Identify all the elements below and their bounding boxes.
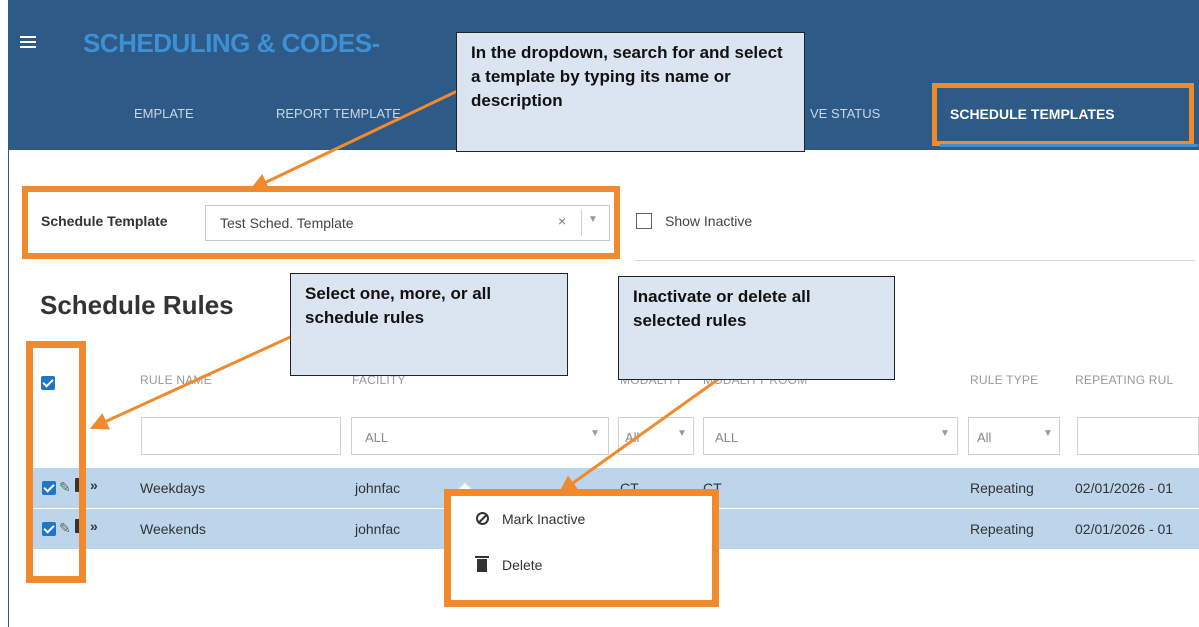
show-inactive-checkbox[interactable] bbox=[636, 213, 652, 229]
mark-inactive-menu-item[interactable]: Mark Inactive bbox=[502, 511, 585, 527]
column-header-rule-name[interactable]: RULE NAME bbox=[140, 373, 212, 387]
tab-schedule-templates[interactable]: SCHEDULE TEMPLATES bbox=[950, 106, 1115, 122]
ban-icon[interactable] bbox=[476, 512, 489, 525]
repeating-rule-filter[interactable] bbox=[1077, 417, 1199, 455]
facility-filter[interactable] bbox=[351, 417, 609, 455]
chevron-down-icon[interactable]: ▼ bbox=[590, 428, 600, 439]
double-arrow-icon[interactable]: » bbox=[90, 518, 98, 534]
column-header-rule-type[interactable]: RULE TYPE bbox=[970, 373, 1038, 387]
tab-template[interactable]: EMPLATE bbox=[134, 106, 194, 121]
schedule-template-label: Schedule Template bbox=[41, 213, 168, 229]
facility-filter-value: ALL bbox=[365, 430, 389, 445]
rule-type-cell: Repeating bbox=[970, 521, 1034, 537]
filter-bar-divider bbox=[635, 260, 1195, 261]
rule-name-filter[interactable] bbox=[141, 417, 341, 455]
facility-cell: johnfac bbox=[355, 521, 401, 537]
column-header-repeating-rule[interactable]: REPEATING RUL bbox=[1075, 373, 1173, 387]
show-inactive-label: Show Inactive bbox=[665, 213, 753, 229]
chevron-down-icon[interactable]: ▼ bbox=[588, 214, 598, 225]
rule-type-filter-value: All bbox=[977, 430, 992, 445]
tab-report-template[interactable]: REPORT TEMPLATE bbox=[276, 106, 401, 121]
page-border bbox=[8, 150, 9, 627]
tab-active-status[interactable]: VE STATUS bbox=[810, 106, 880, 121]
trash-icon[interactable] bbox=[475, 556, 489, 572]
rule-name-cell: Weekends bbox=[140, 521, 206, 537]
repeating-rule-cell: 02/01/2026 - 01 bbox=[1075, 521, 1174, 537]
checkbox-column-highlight bbox=[26, 341, 86, 583]
callout-dropdown-hint: In the dropdown, search for and select a… bbox=[456, 32, 805, 152]
double-arrow-icon[interactable]: » bbox=[90, 477, 98, 493]
dropdown-divider bbox=[581, 210, 582, 236]
modality-filter-value: All bbox=[625, 430, 640, 445]
facility-cell: johnfac bbox=[355, 480, 401, 496]
rule-name-cell: Weekdays bbox=[140, 480, 206, 496]
clear-icon[interactable]: × bbox=[558, 213, 566, 229]
app-title: SCHEDULING & CODES- bbox=[83, 28, 380, 58]
section-title: Schedule Rules bbox=[40, 290, 234, 320]
callout-action-hint: Inactivate or delete all selected rules bbox=[618, 276, 895, 380]
modality-room-filter-value: ALL bbox=[715, 430, 739, 445]
chevron-down-icon[interactable]: ▼ bbox=[677, 428, 687, 439]
schedule-template-value: Test Sched. Template bbox=[220, 215, 354, 231]
repeating-rule-cell: 02/01/2026 - 01 bbox=[1075, 480, 1174, 496]
chevron-down-icon[interactable]: ▼ bbox=[1043, 428, 1053, 439]
active-tab-indicator bbox=[940, 144, 1198, 147]
modality-room-filter[interactable] bbox=[703, 417, 958, 455]
context-menu bbox=[444, 489, 719, 607]
delete-menu-item[interactable]: Delete bbox=[502, 557, 542, 573]
chevron-down-icon[interactable]: ▼ bbox=[940, 428, 950, 439]
rule-type-cell: Repeating bbox=[970, 480, 1034, 496]
callout-select-hint: Select one, more, or all schedule rules bbox=[290, 273, 568, 376]
menu-icon[interactable] bbox=[20, 36, 36, 48]
